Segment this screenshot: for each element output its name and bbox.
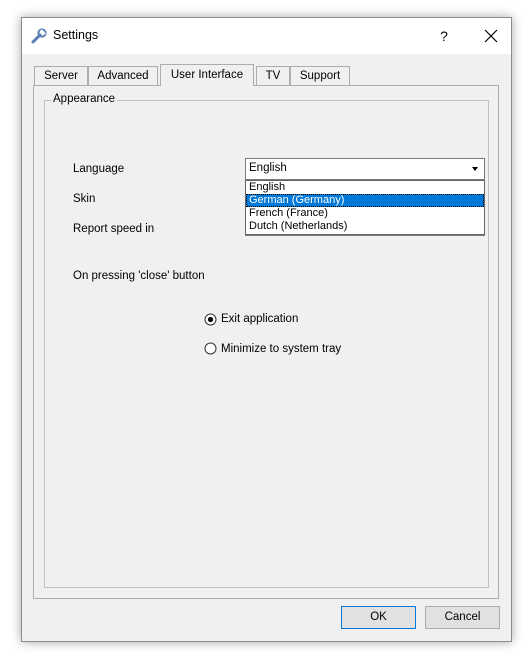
language-option-english[interactable]: English: [246, 181, 484, 194]
tab-server[interactable]: Server: [34, 66, 88, 86]
radio-minimize-to-tray[interactable]: [204, 342, 217, 355]
appearance-group: Appearance Language Skin Report speed in…: [44, 93, 489, 588]
tab-advanced[interactable]: Advanced: [88, 66, 158, 86]
user-interface-page: Appearance Language Skin Report speed in…: [33, 85, 499, 599]
close-icon[interactable]: [473, 18, 509, 54]
report-speed-label: Report speed in: [73, 223, 155, 235]
settings-dialog: Settings ? Server Advanced User Interfac…: [21, 17, 512, 642]
skin-label: Skin: [73, 193, 96, 205]
wrench-icon: [31, 28, 47, 44]
ok-button[interactable]: OK: [341, 606, 416, 629]
title-bar[interactable]: Settings ?: [22, 18, 511, 54]
window-title: Settings: [53, 28, 99, 42]
tab-strip: Server Advanced User Interface TV Suppor…: [34, 64, 494, 86]
language-dropdown-list[interactable]: English German (Germany) French (France)…: [245, 180, 485, 235]
radio-exit-application[interactable]: [204, 313, 217, 326]
close-behavior-label: On pressing 'close' button: [73, 270, 205, 282]
language-option-dutch[interactable]: Dutch (Netherlands): [246, 220, 484, 233]
language-combobox[interactable]: English: [245, 158, 485, 180]
help-button[interactable]: ?: [430, 18, 458, 54]
appearance-group-title: Appearance: [51, 93, 118, 105]
chevron-down-icon[interactable]: [468, 161, 482, 177]
language-option-german[interactable]: German (Germany): [246, 194, 484, 207]
tab-user-interface[interactable]: User Interface: [160, 64, 254, 86]
tab-support[interactable]: Support: [290, 66, 350, 86]
minimize-to-tray-label[interactable]: Minimize to system tray: [221, 343, 341, 355]
language-label: Language: [73, 163, 125, 175]
language-option-french[interactable]: French (France): [246, 207, 484, 220]
exit-application-label[interactable]: Exit application: [221, 313, 298, 325]
tab-tv[interactable]: TV: [256, 66, 290, 86]
cancel-button[interactable]: Cancel: [425, 606, 500, 629]
language-combobox-value: English: [249, 162, 287, 174]
